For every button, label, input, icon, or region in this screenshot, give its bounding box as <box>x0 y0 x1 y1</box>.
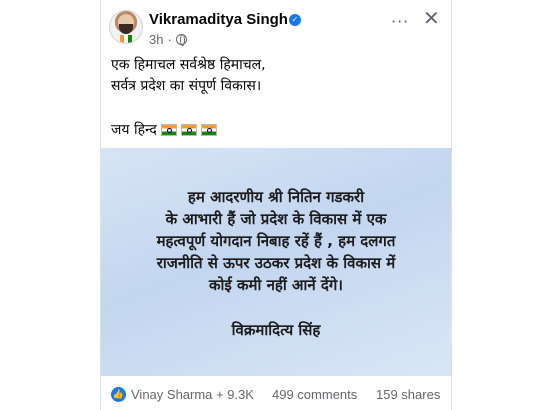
india-flag-icon <box>160 123 177 136</box>
image-signature: विक्रमादित्य सिंह <box>231 321 321 339</box>
like-icon: 👍 <box>111 386 126 402</box>
close-button[interactable]: ✕ <box>423 8 440 28</box>
jai-hind-text: जय हिन्द <box>111 122 157 138</box>
post-text-line: सर्वत्र प्रदेश का संपूर्ण विकास। <box>111 78 262 94</box>
facebook-post-card: Vikramaditya Singh ✓ 3h · ··· ✕ एक हिमाच… <box>100 0 452 410</box>
verified-badge-icon: ✓ <box>289 14 301 26</box>
more-options-button[interactable]: ··· <box>391 12 409 31</box>
image-message-line: हम आदरणीय श्री नितिन गडकरी <box>187 188 365 206</box>
meta-separator: · <box>167 32 172 47</box>
author-avatar[interactable] <box>109 10 143 44</box>
post-meta: 3h · <box>149 32 187 47</box>
post-jai-hind: जय हिन्द <box>111 120 217 139</box>
globe-icon[interactable] <box>175 34 187 46</box>
post-text-line: एक हिमाचल सर्वश्रेष्ठ हिमाचल, <box>111 57 266 73</box>
reactions-summary[interactable]: 👍 Vinay Sharma + 9.3K <box>111 386 254 402</box>
reactions-count[interactable]: Vinay Sharma + 9.3K <box>131 387 254 402</box>
image-message-line: राजनीति से ऊपर उठकर प्रदेश के विकास में <box>156 254 396 272</box>
image-message: हम आदरणीय श्री नितिन गडकरी के आभारी हैं … <box>101 186 451 296</box>
post-text: एक हिमाचल सर्वश्रेष्ठ हिमाचल, सर्वत्र प्… <box>111 55 446 97</box>
post-header: Vikramaditya Singh ✓ 3h · ··· ✕ <box>101 0 451 50</box>
image-message-line: कोई कमी नहीं आनें देंगे। <box>209 276 343 294</box>
image-message-line: के आभारी हैं जो प्रदेश के विकास में एक <box>165 210 387 228</box>
post-time[interactable]: 3h <box>149 32 163 47</box>
avatar-face <box>119 24 133 34</box>
india-flag-icon <box>180 123 197 136</box>
avatar-scarf <box>120 35 132 43</box>
image-message-line: महत्वपूर्ण योगदान निबाह रहें हैं , हम दल… <box>156 232 396 250</box>
author-name[interactable]: Vikramaditya Singh <box>149 11 288 28</box>
post-footer: 👍 Vinay Sharma + 9.3K 499 comments 159 s… <box>101 378 451 410</box>
india-flag-icon <box>200 123 217 136</box>
shares-count[interactable]: 159 shares <box>376 387 440 402</box>
right-background <box>452 0 550 410</box>
comments-count[interactable]: 499 comments <box>272 387 357 402</box>
post-image[interactable]: हम आदरणीय श्री नितिन गडकरी के आभारी हैं … <box>101 148 451 376</box>
left-background <box>0 0 100 410</box>
